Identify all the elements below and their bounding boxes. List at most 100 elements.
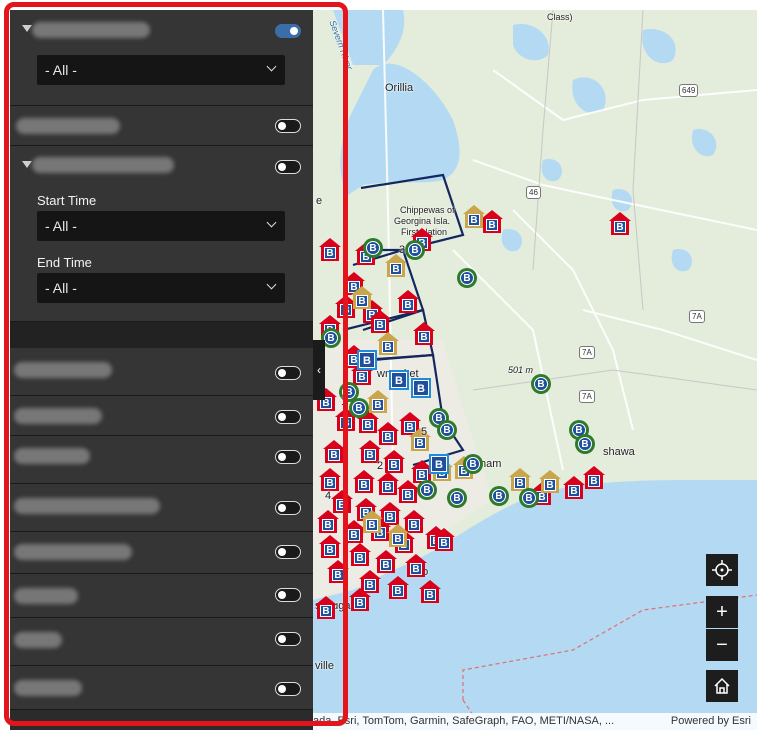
map-cluster-number: 1 bbox=[341, 396, 348, 408]
layer-visibility-toggle[interactable] bbox=[275, 119, 301, 133]
layer-visibility-toggle[interactable] bbox=[275, 160, 301, 174]
caret-down-icon[interactable] bbox=[22, 161, 32, 168]
layer-section-4[interactable] bbox=[10, 348, 313, 396]
layer-title-redacted bbox=[16, 118, 120, 134]
layer-visibility-toggle[interactable] bbox=[275, 632, 301, 646]
top-strip bbox=[313, 0, 757, 10]
map-marker-house[interactable]: B bbox=[405, 554, 427, 578]
layer-visibility-toggle[interactable] bbox=[275, 410, 301, 424]
map-marker-circle[interactable]: B bbox=[405, 240, 425, 260]
map-marker-house[interactable]: B bbox=[353, 470, 375, 494]
map-marker-square[interactable]: B bbox=[429, 454, 449, 474]
layer-section-10[interactable] bbox=[10, 618, 313, 666]
map-marker-house[interactable]: B bbox=[351, 286, 373, 310]
map-marker-square[interactable]: B bbox=[389, 370, 409, 390]
powered-by-esri[interactable]: Powered by Esri bbox=[671, 713, 751, 730]
end-time-label: End Time bbox=[37, 255, 92, 270]
layer-section-6[interactable] bbox=[10, 436, 313, 484]
map-marker-house[interactable]: B bbox=[377, 332, 399, 356]
map-marker-house[interactable]: B bbox=[387, 576, 409, 600]
map-label-markham: ham bbox=[480, 458, 502, 470]
map-marker-house[interactable]: B bbox=[315, 596, 337, 620]
map-marker-house[interactable]: B bbox=[397, 290, 419, 314]
map-marker-house[interactable]: B bbox=[377, 472, 399, 496]
panel-divider bbox=[10, 322, 313, 348]
layer-visibility-toggle[interactable] bbox=[275, 588, 301, 602]
layer-section-7[interactable] bbox=[10, 484, 313, 532]
map-view[interactable]: Class) Orillia Severn River Chippewas of… bbox=[313, 10, 757, 730]
panel-collapse-button[interactable]: ‹ bbox=[313, 340, 325, 400]
map-marker-circle[interactable]: B bbox=[489, 486, 509, 506]
layer-title-redacted bbox=[32, 22, 150, 38]
layer-title-redacted bbox=[14, 498, 160, 514]
map-marker-circle[interactable]: B bbox=[417, 480, 437, 500]
layer-section-11[interactable] bbox=[10, 666, 313, 710]
map-marker-house[interactable]: B bbox=[563, 476, 585, 500]
layer-title-redacted bbox=[14, 408, 102, 424]
map-marker-circle[interactable]: B bbox=[575, 434, 595, 454]
map-marker-house[interactable]: B bbox=[385, 254, 407, 278]
map-marker-square[interactable]: B bbox=[411, 378, 431, 398]
map-marker-house[interactable]: B bbox=[383, 450, 405, 474]
map-label-class: Class) bbox=[547, 12, 573, 22]
map-marker-house[interactable]: B bbox=[583, 466, 605, 490]
map-marker-house[interactable]: B bbox=[361, 510, 383, 534]
layer-section-2[interactable] bbox=[10, 106, 313, 146]
map-marker-house[interactable]: B bbox=[323, 440, 345, 464]
map-marker-house[interactable]: B bbox=[349, 543, 371, 567]
locate-button[interactable] bbox=[706, 554, 738, 586]
map-marker-house[interactable]: B bbox=[463, 205, 485, 229]
layer-title-redacted bbox=[14, 544, 132, 560]
filter-select[interactable]: - All - bbox=[37, 55, 285, 85]
highway-shield-46: 46 bbox=[526, 186, 541, 199]
map-marker-circle[interactable]: B bbox=[531, 374, 551, 394]
map-marker-circle[interactable]: B bbox=[457, 268, 477, 288]
caret-down-icon[interactable] bbox=[22, 25, 32, 32]
map-marker-house[interactable]: B bbox=[369, 310, 391, 334]
start-time-select[interactable]: - All - bbox=[37, 211, 285, 241]
layer-section-8[interactable] bbox=[10, 532, 313, 574]
attribution-sources[interactable]: ada, Esri, TomTom, Garmin, SafeGraph, FA… bbox=[313, 713, 614, 730]
zoom-out-button[interactable]: − bbox=[706, 629, 738, 661]
layer-visibility-toggle[interactable] bbox=[275, 24, 301, 38]
map-marker-circle[interactable]: B bbox=[363, 238, 383, 258]
map-marker-house[interactable]: B bbox=[609, 212, 631, 236]
layer-visibility-toggle[interactable] bbox=[275, 545, 301, 559]
map-marker-house[interactable]: B bbox=[419, 580, 441, 604]
home-button[interactable] bbox=[706, 670, 738, 702]
map-marker-circle[interactable]: B bbox=[447, 488, 467, 508]
layer-title-redacted bbox=[14, 588, 78, 604]
map-marker-house[interactable]: B bbox=[397, 480, 419, 504]
map-marker-house[interactable]: B bbox=[409, 428, 431, 452]
layer-section-1-header[interactable] bbox=[10, 10, 313, 50]
chevron-down-icon bbox=[266, 61, 277, 72]
map-marker-house[interactable]: B bbox=[433, 528, 455, 552]
layer-visibility-toggle[interactable] bbox=[275, 682, 301, 696]
map-cluster-number: 4 bbox=[325, 490, 332, 502]
layer-visibility-toggle[interactable] bbox=[275, 450, 301, 464]
map-marker-circle[interactable]: B bbox=[519, 488, 539, 508]
map-marker-house[interactable]: B bbox=[327, 560, 349, 584]
map-marker-square[interactable]: B bbox=[357, 350, 377, 370]
map-marker-house[interactable]: B bbox=[387, 524, 409, 548]
map-marker-circle[interactable]: B bbox=[437, 420, 457, 440]
layer-visibility-toggle[interactable] bbox=[275, 366, 301, 380]
map-marker-house[interactable]: B bbox=[319, 468, 341, 492]
home-icon bbox=[714, 677, 730, 694]
map-marker-house[interactable]: B bbox=[413, 322, 435, 346]
layer-section-5[interactable] bbox=[10, 396, 313, 436]
end-time-select[interactable]: - All - bbox=[37, 273, 285, 303]
zoom-in-button[interactable]: + bbox=[706, 596, 738, 628]
layer-title-redacted bbox=[32, 157, 174, 173]
chevron-left-icon: ‹ bbox=[317, 363, 321, 377]
map-marker-house[interactable]: B bbox=[317, 510, 339, 534]
map-marker-house[interactable]: B bbox=[349, 588, 371, 612]
map-marker-house[interactable]: B bbox=[319, 535, 341, 559]
layer-section-9[interactable] bbox=[10, 574, 313, 618]
map-marker-house[interactable]: B bbox=[367, 390, 389, 414]
layer-section-3-header[interactable] bbox=[10, 146, 313, 186]
map-marker-circle[interactable]: B bbox=[463, 454, 483, 474]
map-marker-house[interactable]: B bbox=[319, 238, 341, 262]
map-marker-house[interactable]: B bbox=[539, 470, 561, 494]
layer-visibility-toggle[interactable] bbox=[275, 501, 301, 515]
